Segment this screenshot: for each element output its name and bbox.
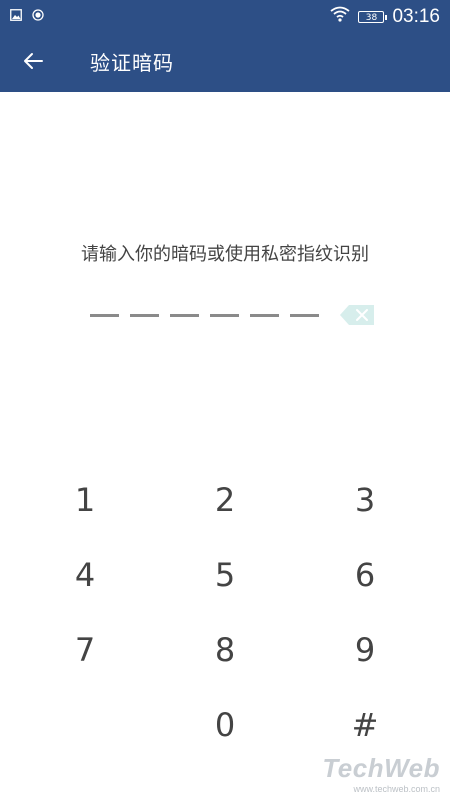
arrow-left-icon [21,49,45,78]
pin-slot [170,314,199,317]
image-icon [10,8,22,26]
key-2[interactable]: 2 [180,470,270,530]
pin-slot [90,314,119,317]
watermark-url: www.techweb.com.cn [353,784,440,794]
watermark: TechWeb www.techweb.com.cn [322,753,440,794]
watermark-logo: TechWeb [322,753,440,783]
key-9[interactable]: 9 [320,620,410,680]
status-bar: 38 03:16 [0,0,450,34]
app-bar: 验证暗码 [0,34,450,92]
battery-icon: 38 [358,10,388,23]
key-6[interactable]: 6 [320,545,410,605]
pin-slot [250,314,279,317]
key-0[interactable]: 0 [180,695,270,755]
delete-button[interactable] [340,305,374,325]
wifi-icon [330,6,351,27]
backspace-icon [340,305,374,329]
key-1[interactable]: 1 [40,470,130,530]
pin-slots [90,314,319,317]
record-icon [32,8,44,26]
pin-slot [210,314,239,317]
status-time: 03:16 [392,5,440,27]
key-7[interactable]: 7 [40,620,130,680]
key-3[interactable]: 3 [320,470,410,530]
status-right: 38 03:16 [330,6,440,27]
key-8[interactable]: 8 [180,620,270,680]
pin-slot [130,314,159,317]
prompt-text: 请输入你的暗码或使用私密指纹识别 [81,244,369,265]
back-button[interactable] [18,48,48,78]
key-hash[interactable]: # [320,695,410,755]
key-5[interactable]: 5 [180,545,270,605]
pin-slot [290,314,319,317]
key-4[interactable]: 4 [40,545,130,605]
page-title: 验证暗码 [90,51,174,75]
status-left [10,8,44,26]
